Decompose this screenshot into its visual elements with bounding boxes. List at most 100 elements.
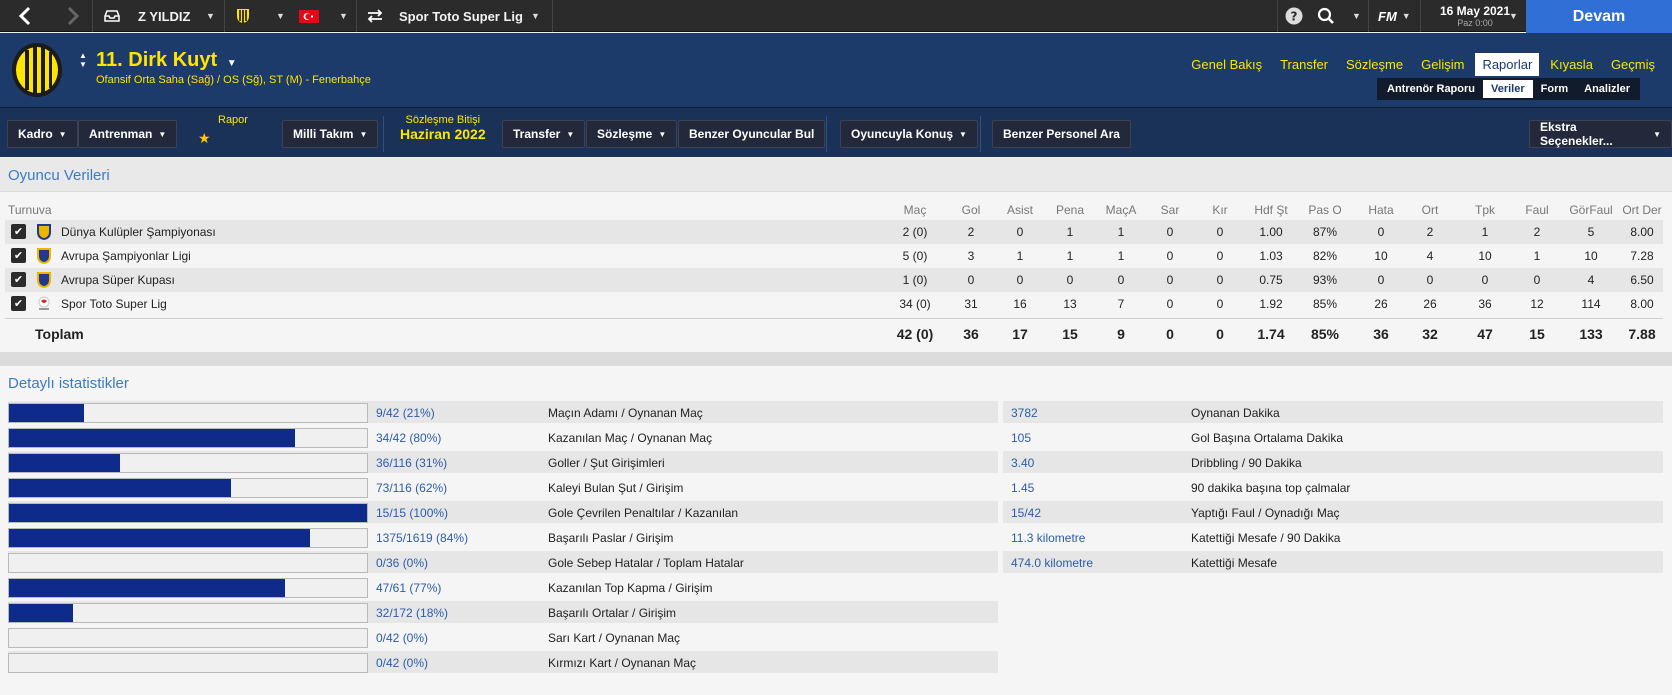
tab-contract[interactable]: Sözleşme xyxy=(1339,53,1410,76)
table-row[interactable]: ✔ Avrupa Şampiyonlar Ligi 5 (0) 3 1 1 1 0 0 1.0… xyxy=(5,244,1663,268)
list-item: 1.45 90 dakika başına top çalmalar xyxy=(1003,476,1663,498)
col-header-avg-rating[interactable]: Ort Der xyxy=(1617,203,1667,217)
cell-apps: 5 (0) xyxy=(902,249,928,263)
league-dropdown-caret[interactable]: ▼ xyxy=(531,0,540,32)
checkbox-checked[interactable]: ✔ xyxy=(11,272,26,287)
col-header-fouled[interactable]: GörFaul xyxy=(1564,203,1618,217)
find-similar-staff-button[interactable]: Benzer Personel Ara xyxy=(992,120,1131,148)
tab-history[interactable]: Geçmiş xyxy=(1604,53,1662,76)
stat-label: Başarılı Paslar / Girişim xyxy=(548,531,674,545)
list-item: 32/172 (18%) Başarılı Ortalar / Girişim xyxy=(8,601,998,623)
cell-apps: 1 (0) xyxy=(902,273,928,287)
report-label: Rapor xyxy=(218,114,248,126)
checkbox-checked[interactable]: ✔ xyxy=(11,224,26,239)
col-header-fouls[interactable]: Faul xyxy=(1512,203,1562,217)
tab-development[interactable]: Gelişim xyxy=(1414,53,1471,76)
tab-reports[interactable]: Raporlar xyxy=(1475,53,1540,76)
chevron-down-icon: ▼ xyxy=(959,129,967,139)
cell-crosses: 2 xyxy=(1426,225,1434,239)
club-crest-button[interactable] xyxy=(235,0,251,32)
training-button-label: Antrenman xyxy=(89,127,153,141)
list-item: 3782 Oynanan Dakika xyxy=(1003,401,1663,423)
col-header-red[interactable]: Kır xyxy=(1198,203,1242,217)
tab-overview[interactable]: Genel Bakış xyxy=(1184,53,1269,76)
stat-value: 73/116 (62%) xyxy=(376,481,448,495)
contract-expiry-value: Haziran 2022 xyxy=(400,126,486,142)
transfer-button[interactable]: Transfer ▼ xyxy=(502,120,586,148)
checkbox-checked[interactable]: ✔ xyxy=(11,296,26,311)
squad-button[interactable]: Kadro ▼ xyxy=(7,120,78,148)
table-row[interactable]: ✔ Dünya Kulüpler Şampiyonası 2 (0) 2 0 1 1 0 0… xyxy=(5,220,1663,244)
fm-logo: FM xyxy=(1378,8,1397,24)
training-button[interactable]: Antrenman ▼ xyxy=(78,120,178,148)
top-bar: Z YILDIZ ▼ ▼ ▼ Spor Toto Super Lig ▼ ? ▼… xyxy=(0,0,1672,33)
subtab-stats[interactable]: Veriler xyxy=(1483,80,1533,98)
divider xyxy=(826,116,827,152)
list-item: 15/42 Yaptığı Faul / Oynadığı Maç xyxy=(1003,501,1663,523)
col-header-shots-on-target[interactable]: Hdf Şt xyxy=(1244,203,1298,217)
subtab-form[interactable]: Form xyxy=(1533,80,1577,98)
back-button[interactable] xyxy=(10,0,40,32)
swap-button[interactable] xyxy=(364,0,386,32)
total-tackles: 47 xyxy=(1477,326,1493,342)
competition-name[interactable]: Avrupa Şampiyonlar Ligi xyxy=(61,249,191,263)
stat-label: Gol Başına Ortalama Dakika xyxy=(1191,431,1344,445)
help-button[interactable]: ? xyxy=(1283,0,1305,32)
list-item: 474.0 kilometre Katettiği Mesafe xyxy=(1003,551,1663,573)
extra-options-button[interactable]: Ekstra Seçenekler... ▼ xyxy=(1529,120,1672,148)
list-item: 0/42 (0%) Kırmızı Kart / Oynanan Maç xyxy=(8,651,998,673)
col-header-yellow[interactable]: Sar xyxy=(1148,203,1192,217)
subtab-analysis[interactable]: Analizler xyxy=(1576,80,1638,98)
detailed-stats-title: Detaylı istatistikler xyxy=(8,375,129,392)
tab-compare[interactable]: Kıyasla xyxy=(1543,53,1600,76)
progress-bar-fill xyxy=(9,429,296,447)
cell-fouls: 12 xyxy=(1530,297,1544,311)
col-header-penalties[interactable]: Pena xyxy=(1046,203,1094,217)
subtab-coach-report[interactable]: Antrenör Raporu xyxy=(1379,80,1483,98)
progress-bar xyxy=(8,453,368,473)
inbox-button[interactable] xyxy=(100,0,124,32)
contract-button[interactable]: Sözleşme ▼ xyxy=(586,120,678,148)
player-switch-arrows[interactable]: ▲ ▼ xyxy=(79,51,87,69)
col-header-crosses[interactable]: Ort xyxy=(1406,203,1454,217)
col-header-tackles[interactable]: Tpk xyxy=(1460,203,1510,217)
league-name[interactable]: Spor Toto Super Lig xyxy=(399,0,523,32)
col-header-mistakes[interactable]: Hata xyxy=(1356,203,1406,217)
progress-bar-fill xyxy=(9,604,74,622)
fm-menu-button[interactable]: FM ▼ xyxy=(1378,0,1411,32)
stat-label: Gole Çevrilen Penaltılar / Kazanılan xyxy=(548,506,739,520)
search-button[interactable] xyxy=(1315,0,1337,32)
stat-label: Başarılı Ortalar / Girişim xyxy=(548,606,677,620)
col-header-motm[interactable]: MaçA xyxy=(1096,203,1146,217)
date-dropdown-caret[interactable]: ▼ xyxy=(1509,0,1518,32)
list-item: 73/116 (62%) Kaleyi Bulan Şut / Girişim xyxy=(8,476,998,498)
col-header-apps[interactable]: Maç xyxy=(880,203,950,217)
checkbox-checked[interactable]: ✔ xyxy=(11,248,26,263)
nation-flag-button[interactable] xyxy=(298,0,320,32)
stat-value: 36/116 (31%) xyxy=(376,456,448,470)
crest-dropdown-caret[interactable]: ▼ xyxy=(276,0,285,32)
col-header-goals[interactable]: Gol xyxy=(950,203,992,217)
col-header-competition[interactable]: Turnuva xyxy=(8,203,52,217)
forward-button[interactable] xyxy=(58,0,88,32)
national-team-button-label: Milli Takım xyxy=(293,127,354,141)
player-name[interactable]: 11. Dirk Kuyt ▼ xyxy=(96,49,237,72)
national-team-button[interactable]: Milli Takım ▼ xyxy=(282,120,379,148)
search-dropdown-caret[interactable]: ▼ xyxy=(1352,0,1361,32)
find-similar-players-button[interactable]: Benzer Oyuncular Bul xyxy=(678,120,826,148)
report-indicator[interactable]: Rapor ★ xyxy=(198,114,248,147)
table-row[interactable]: ✔ Avrupa Süper Kupası 1 (0) 0 0 0 0 0 0 0.75 93%… xyxy=(5,268,1663,292)
continue-button[interactable]: Devam xyxy=(1526,0,1672,33)
club-name[interactable]: Z YILDIZ xyxy=(138,0,190,32)
col-header-pass-ratio[interactable]: Pas O xyxy=(1298,203,1352,217)
competition-name[interactable]: Dünya Kulüpler Şampiyonası xyxy=(61,225,216,239)
competition-name[interactable]: Avrupa Süper Kupası xyxy=(61,273,175,287)
competition-name[interactable]: Spor Toto Super Lig xyxy=(61,297,167,311)
talk-to-player-button[interactable]: Oyuncuyla Konuş ▼ xyxy=(840,120,978,148)
tab-transfer[interactable]: Transfer xyxy=(1273,53,1335,76)
flag-dropdown-caret[interactable]: ▼ xyxy=(339,0,348,32)
cell-penalties: 13 xyxy=(1063,297,1077,311)
table-row[interactable]: ✔ Spor Toto Super Lig 34 (0) 31 16 13 7 0 0 1.9… xyxy=(5,292,1663,316)
col-header-assists[interactable]: Asist xyxy=(996,203,1044,217)
club-dropdown-caret[interactable]: ▼ xyxy=(206,0,215,32)
